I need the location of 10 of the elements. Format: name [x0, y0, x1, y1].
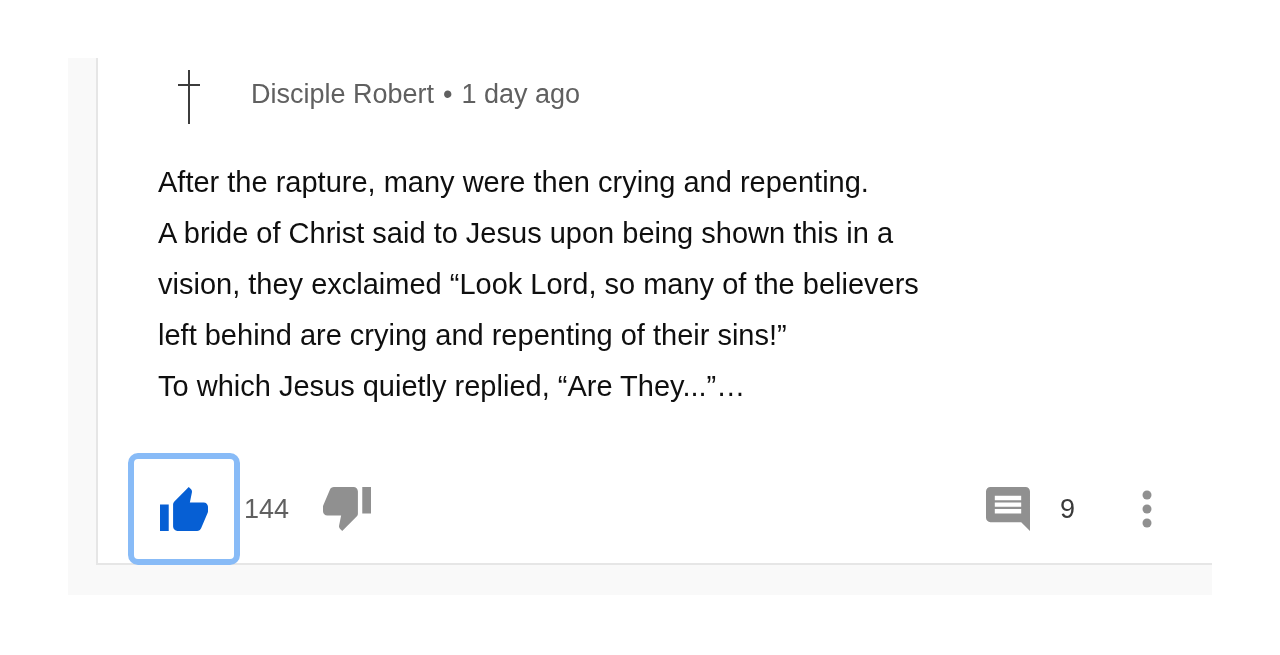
reply-count: 9 — [1059, 492, 1075, 526]
cross-icon — [178, 70, 200, 124]
comment-text: After the rapture, many were then crying and repenting. A bride of Christ said to Jesus upon being shown this in a vision, they exclaimed “Look Lord, so many of the believers left behind are crying and repenting of their sins!” To which Jesus quietly replied, “Are They...”… — [158, 165, 919, 404]
author-name[interactable]: Disciple Robert — [251, 73, 435, 115]
comment-icon — [985, 487, 1030, 531]
timestamp[interactable]: 1 day ago — [461, 73, 581, 115]
like-count: 144 — [244, 492, 290, 526]
separator-dot: • — [443, 77, 453, 111]
like-button[interactable] — [128, 453, 240, 565]
kebab-icon — [1142, 490, 1152, 528]
